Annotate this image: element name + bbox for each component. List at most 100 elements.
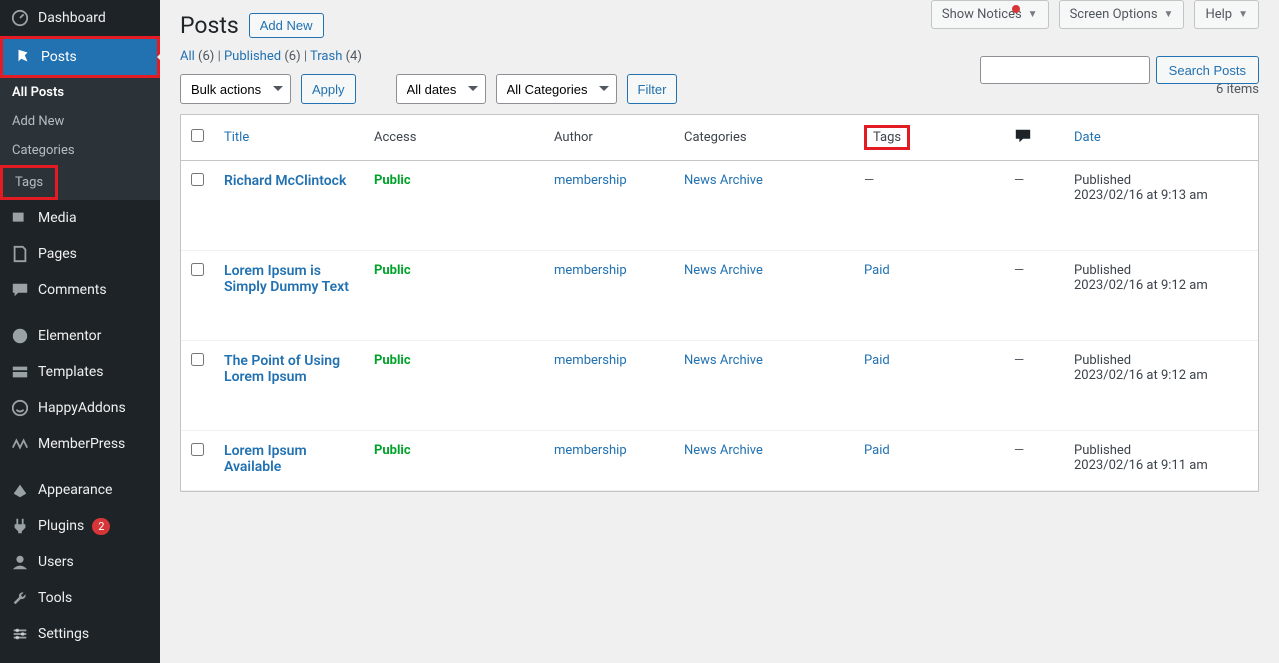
post-title-link[interactable]: Lorem Ipsum Available <box>224 443 307 475</box>
sidebar-label: Comments <box>38 282 107 298</box>
cell-date-value: 2023/02/16 at 9:11 am <box>1074 458 1208 473</box>
sidebar-label: MemberPress <box>38 436 125 452</box>
sidebar-item-users[interactable]: Users <box>0 544 160 580</box>
row-checkbox[interactable] <box>191 353 204 366</box>
sidebar-label: Templates <box>38 364 104 380</box>
row-checkbox[interactable] <box>191 173 204 186</box>
filter-published[interactable]: Published <box>224 49 281 64</box>
cell-comments: — <box>1014 263 1024 278</box>
search-area: Search Posts <box>980 56 1259 84</box>
sidebar-item-media[interactable]: Media <box>0 200 160 236</box>
cell-comments: — <box>1014 443 1024 458</box>
column-date[interactable]: Date <box>1074 130 1101 145</box>
show-notices-button[interactable]: Show Notices ▼ <box>931 0 1049 29</box>
post-title-link[interactable]: Richard McClintock <box>224 173 346 189</box>
cell-comments: — <box>1014 353 1024 368</box>
filter-all[interactable]: All <box>180 49 195 64</box>
filter-button[interactable]: Filter <box>627 74 678 104</box>
sidebar-label: Elementor <box>38 328 101 344</box>
sidebar-item-memberpress[interactable]: MemberPress <box>0 426 160 462</box>
cell-tags-link[interactable]: Paid <box>864 263 890 278</box>
sidebar-item-tools[interactable]: Tools <box>0 580 160 616</box>
chevron-down-icon: ▼ <box>1164 9 1174 20</box>
table-row: Lorem Ipsum is Simply Dummy Text Public me… <box>181 251 1258 341</box>
cell-tags-link[interactable]: Paid <box>864 353 890 368</box>
filter-all-count: (6) <box>198 49 214 64</box>
cell-author-link[interactable]: membership <box>554 263 627 278</box>
cell-date-state: Published <box>1074 353 1131 368</box>
cell-access: Public <box>374 263 411 278</box>
add-new-button[interactable]: Add New <box>249 13 324 38</box>
submenu-categories[interactable]: Categories <box>0 136 160 165</box>
comments-icon <box>10 280 30 300</box>
pin-icon <box>13 47 33 67</box>
posts-table: Title Access Author Categories Tags Date… <box>180 114 1259 492</box>
bulk-actions-select[interactable]: Bulk actions <box>180 74 291 104</box>
screen-meta-links: Show Notices ▼ Screen Options ▼ Help ▼ <box>931 0 1259 29</box>
cell-access: Public <box>374 443 411 458</box>
admin-sidebar: Dashboard Posts All Posts Add New Catego… <box>0 0 160 663</box>
media-icon <box>10 208 30 228</box>
column-tags: Tags <box>864 125 910 150</box>
plugins-icon <box>10 516 30 536</box>
cell-category-link[interactable]: News Archive <box>684 173 763 188</box>
sidebar-label: Plugins <box>38 518 84 534</box>
submenu-add-new[interactable]: Add New <box>0 107 160 136</box>
search-posts-button[interactable]: Search Posts <box>1156 56 1259 84</box>
apply-button[interactable]: Apply <box>301 74 356 104</box>
column-title[interactable]: Title <box>224 130 249 145</box>
cell-date-value: 2023/02/16 at 9:12 am <box>1074 368 1208 383</box>
categories-select[interactable]: All Categories <box>496 74 617 104</box>
sidebar-label: Appearance <box>38 482 112 498</box>
happyaddons-icon <box>10 398 30 418</box>
sidebar-item-elementor[interactable]: Elementor <box>0 318 160 354</box>
column-comments[interactable] <box>1004 115 1064 161</box>
sidebar-item-pages[interactable]: Pages <box>0 236 160 272</box>
cell-tags-link[interactable]: Paid <box>864 443 890 458</box>
filter-trash[interactable]: Trash <box>310 49 342 64</box>
sidebar-label: Media <box>38 210 77 226</box>
memberpress-icon <box>10 434 30 454</box>
row-checkbox[interactable] <box>191 263 204 276</box>
submenu-all-posts[interactable]: All Posts <box>0 78 160 107</box>
screen-options-button[interactable]: Screen Options ▼ <box>1059 0 1185 29</box>
sidebar-label: Tools <box>38 590 72 606</box>
help-button[interactable]: Help ▼ <box>1194 0 1259 29</box>
sidebar-item-happyaddons[interactable]: HappyAddons <box>0 390 160 426</box>
table-row: The Point of Using Lorem IpsumPublicmemb… <box>181 341 1258 431</box>
cell-comments: — <box>1014 173 1024 188</box>
settings-icon <box>10 624 30 644</box>
sidebar-label: HappyAddons <box>38 400 126 416</box>
sidebar-item-plugins[interactable]: Plugins 2 <box>0 508 160 544</box>
sidebar-item-appearance[interactable]: Appearance <box>0 472 160 508</box>
sidebar-item-settings[interactable]: Settings <box>0 616 160 652</box>
cell-category-link[interactable]: News Archive <box>684 443 763 458</box>
notices-indicator-icon <box>1012 5 1020 13</box>
submenu-tags[interactable]: Tags <box>0 165 58 200</box>
cell-author-link[interactable]: membership <box>554 443 627 458</box>
post-title-link[interactable]: Lorem Ipsum is Simply Dummy Text <box>224 263 349 295</box>
cell-author-link[interactable]: membership <box>554 173 627 188</box>
column-access: Access <box>364 115 544 161</box>
templates-icon <box>10 362 30 382</box>
cell-category-link[interactable]: News Archive <box>684 353 763 368</box>
post-title-link[interactable]: The Point of Using Lorem Ipsum <box>224 353 340 385</box>
column-author: Author <box>544 115 674 161</box>
cell-category-link[interactable]: News Archive <box>684 263 763 278</box>
search-input[interactable] <box>980 56 1150 84</box>
cell-date-value: 2023/02/16 at 9:13 am <box>1074 188 1208 203</box>
sidebar-item-posts[interactable]: Posts <box>0 36 160 78</box>
sidebar-item-comments[interactable]: Comments <box>0 272 160 308</box>
cell-author-link[interactable]: membership <box>554 353 627 368</box>
sidebar-item-templates[interactable]: Templates <box>0 354 160 390</box>
sidebar-item-dashboard[interactable]: Dashboard <box>0 0 160 36</box>
row-checkbox[interactable] <box>191 443 204 456</box>
tools-icon <box>10 588 30 608</box>
select-all-checkbox[interactable] <box>191 129 204 142</box>
table-row: Lorem Ipsum Available Public membership New… <box>181 431 1258 491</box>
filter-trash-count: (4) <box>346 49 362 64</box>
cell-access: Public <box>374 173 411 188</box>
dates-select[interactable]: All dates <box>396 74 486 104</box>
users-icon <box>10 552 30 572</box>
table-row: Richard McClintock Public membership News A… <box>181 161 1258 251</box>
